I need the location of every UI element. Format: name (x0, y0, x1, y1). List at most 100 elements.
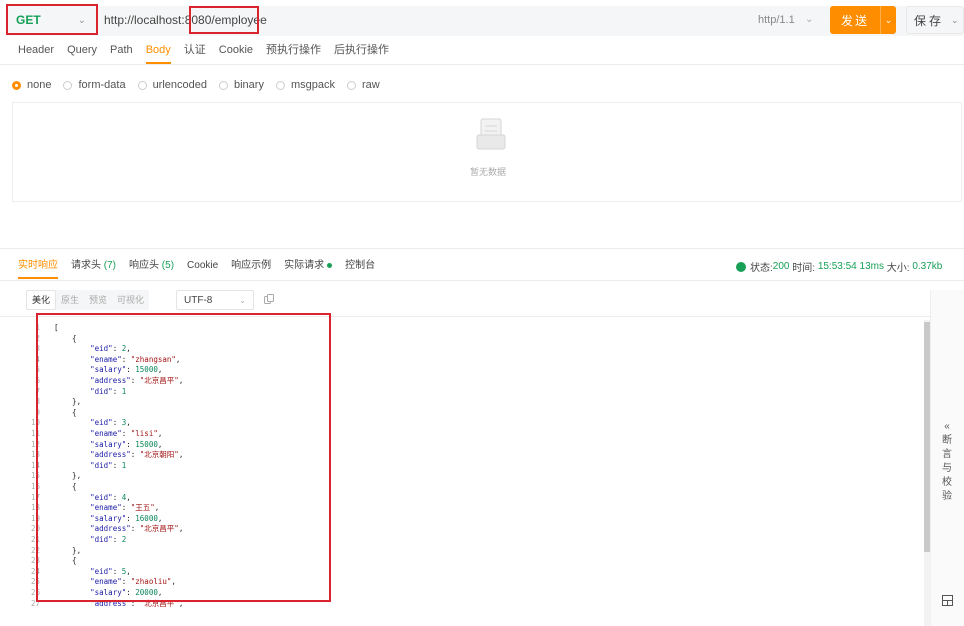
divider (0, 280, 964, 281)
view-mode-preview[interactable]: 预览 (84, 290, 112, 310)
tab-label: 控制台 (345, 260, 376, 271)
body-type-binary[interactable]: binary (219, 79, 264, 91)
body-type-label: none (27, 79, 52, 91)
tab-live-response[interactable]: 实时响应 (18, 259, 58, 279)
line-number: 24 (30, 566, 40, 576)
code-line: "address": "北京昌平", (90, 524, 184, 534)
radio-icon (275, 80, 285, 90)
empty-text: 暂无数据 (470, 167, 507, 177)
encoding-value: UTF-8 (184, 294, 213, 306)
radio-icon (137, 80, 147, 90)
tab-cookie[interactable]: Cookie (187, 259, 218, 279)
line-number: 27 (30, 598, 40, 608)
body-type-selector: none form-data urlencoded binary msgpack… (12, 79, 392, 91)
code-line: "ename": "zhangsan", (90, 354, 181, 364)
layout-grid-icon[interactable] (942, 595, 953, 606)
code-line: }, (54, 397, 82, 407)
time-value: 15:53:54 (817, 261, 857, 272)
tab-body[interactable]: Body (145, 42, 171, 64)
send-button[interactable]: 发送 ⌄ (830, 6, 896, 34)
view-mode-raw[interactable]: 原生 (56, 290, 84, 310)
method-label: GET (16, 13, 41, 27)
view-mode-visualize[interactable]: 可视化 (112, 290, 149, 310)
tab-count: (7) (103, 260, 117, 271)
line-number: 9 (35, 407, 40, 417)
status-label: 状态: (750, 263, 773, 274)
code-line: [ (54, 323, 59, 332)
tab-label: 响应示例 (231, 260, 272, 271)
line-number: 3 (35, 344, 40, 354)
response-body-viewer[interactable]: 1[2 {3 "eid": 2, 4 "ename": "zhangsan", 5 … (18, 320, 918, 626)
tab-label: Cookie (187, 260, 219, 271)
tab-actual-request[interactable]: 实际请求 (284, 259, 333, 279)
line-number: 25 (30, 577, 40, 587)
code-line: "did": 1 (90, 460, 127, 470)
line-number: 4 (35, 354, 40, 364)
tab-post-script[interactable]: 后执行操作 (334, 42, 389, 64)
assertion-panel-toggle[interactable]: « 断言与校验 (940, 420, 954, 504)
code-line: { (54, 482, 77, 491)
code-line: { (54, 556, 77, 566)
send-dropdown-icon[interactable]: ⌄ (881, 15, 896, 26)
empty-document-icon (476, 118, 506, 150)
tab-query[interactable]: Query (67, 42, 97, 64)
body-type-msgpack[interactable]: msgpack (275, 79, 335, 91)
line-number: 16 (30, 482, 40, 491)
protocol-select[interactable]: http/1.1 (758, 6, 795, 34)
code-line: }, (54, 471, 82, 481)
radio-icon (63, 80, 73, 90)
code-line: "eid": 4, (90, 492, 131, 502)
line-number: 5 (35, 365, 40, 375)
tab-request-headers[interactable]: 请求头 (7) (71, 259, 116, 279)
size-label: 大小: (886, 263, 910, 274)
divider (0, 64, 964, 65)
chevron-down-icon[interactable]: ⌄ (951, 15, 959, 26)
tab-console[interactable]: 控制台 (345, 259, 375, 279)
body-type-form-data[interactable]: form-data (63, 79, 126, 91)
time-label: 时间: (792, 263, 816, 274)
line-number: 19 (30, 513, 40, 523)
body-type-raw[interactable]: raw (347, 79, 380, 91)
tab-cookie[interactable]: Cookie (219, 42, 253, 64)
line-number: 1 (35, 323, 40, 332)
expand-icon: « (944, 421, 950, 432)
code-line: "salary": 15000, (90, 365, 163, 375)
line-number: 10 (30, 418, 40, 428)
save-button[interactable]: 保存 ⌄ (906, 6, 964, 34)
tab-header[interactable]: Header (18, 42, 54, 64)
line-number: 8 (35, 397, 40, 407)
tab-label: 实时响应 (18, 260, 58, 271)
chevron-down-icon: ⌄ (77, 14, 86, 26)
method-select[interactable]: GET ⌄ (6, 6, 96, 34)
code-line: "address": "北京朝阳", (90, 450, 184, 460)
code-line: "eid": 2, (90, 344, 131, 354)
tab-response-headers[interactable]: 响应头 (5) (129, 259, 174, 279)
code-line: { (54, 333, 77, 343)
body-type-none[interactable]: none (12, 79, 51, 91)
view-mode-pretty[interactable]: 美化 (26, 290, 57, 310)
tab-response-example[interactable]: 响应示例 (231, 259, 271, 279)
tab-pre-script[interactable]: 预执行操作 (266, 42, 321, 64)
tab-auth[interactable]: 认证 (184, 42, 206, 64)
tab-path[interactable]: Path (110, 42, 133, 64)
chevron-down-icon: ⌄ (239, 295, 246, 305)
view-toolbar: 美化 原生 预览 可视化 UTF-8 ⌄ (26, 290, 928, 312)
assertion-panel-label: 断言与校验 (942, 435, 952, 502)
code-line: { (54, 407, 77, 417)
radio-icon (219, 80, 228, 90)
save-label: 保存 (913, 13, 944, 28)
line-number: 23 (30, 556, 40, 566)
code-line: "did": 1 (90, 386, 127, 396)
encoding-select[interactable]: UTF-8 ⌄ (176, 290, 254, 310)
line-number: 17 (30, 492, 40, 502)
code-line: "salary": 16000, (90, 513, 163, 523)
divider (0, 248, 964, 249)
line-number: 14 (30, 460, 40, 470)
body-type-urlencoded[interactable]: urlencoded (137, 79, 207, 91)
line-number: 21 (30, 535, 40, 544)
line-number: 13 (30, 450, 40, 460)
tab-label: 响应头 (129, 260, 160, 271)
line-number: 7 (35, 386, 40, 396)
url-input[interactable]: http://localhost:8080/employee (104, 6, 267, 34)
copy-icon[interactable] (264, 294, 274, 304)
